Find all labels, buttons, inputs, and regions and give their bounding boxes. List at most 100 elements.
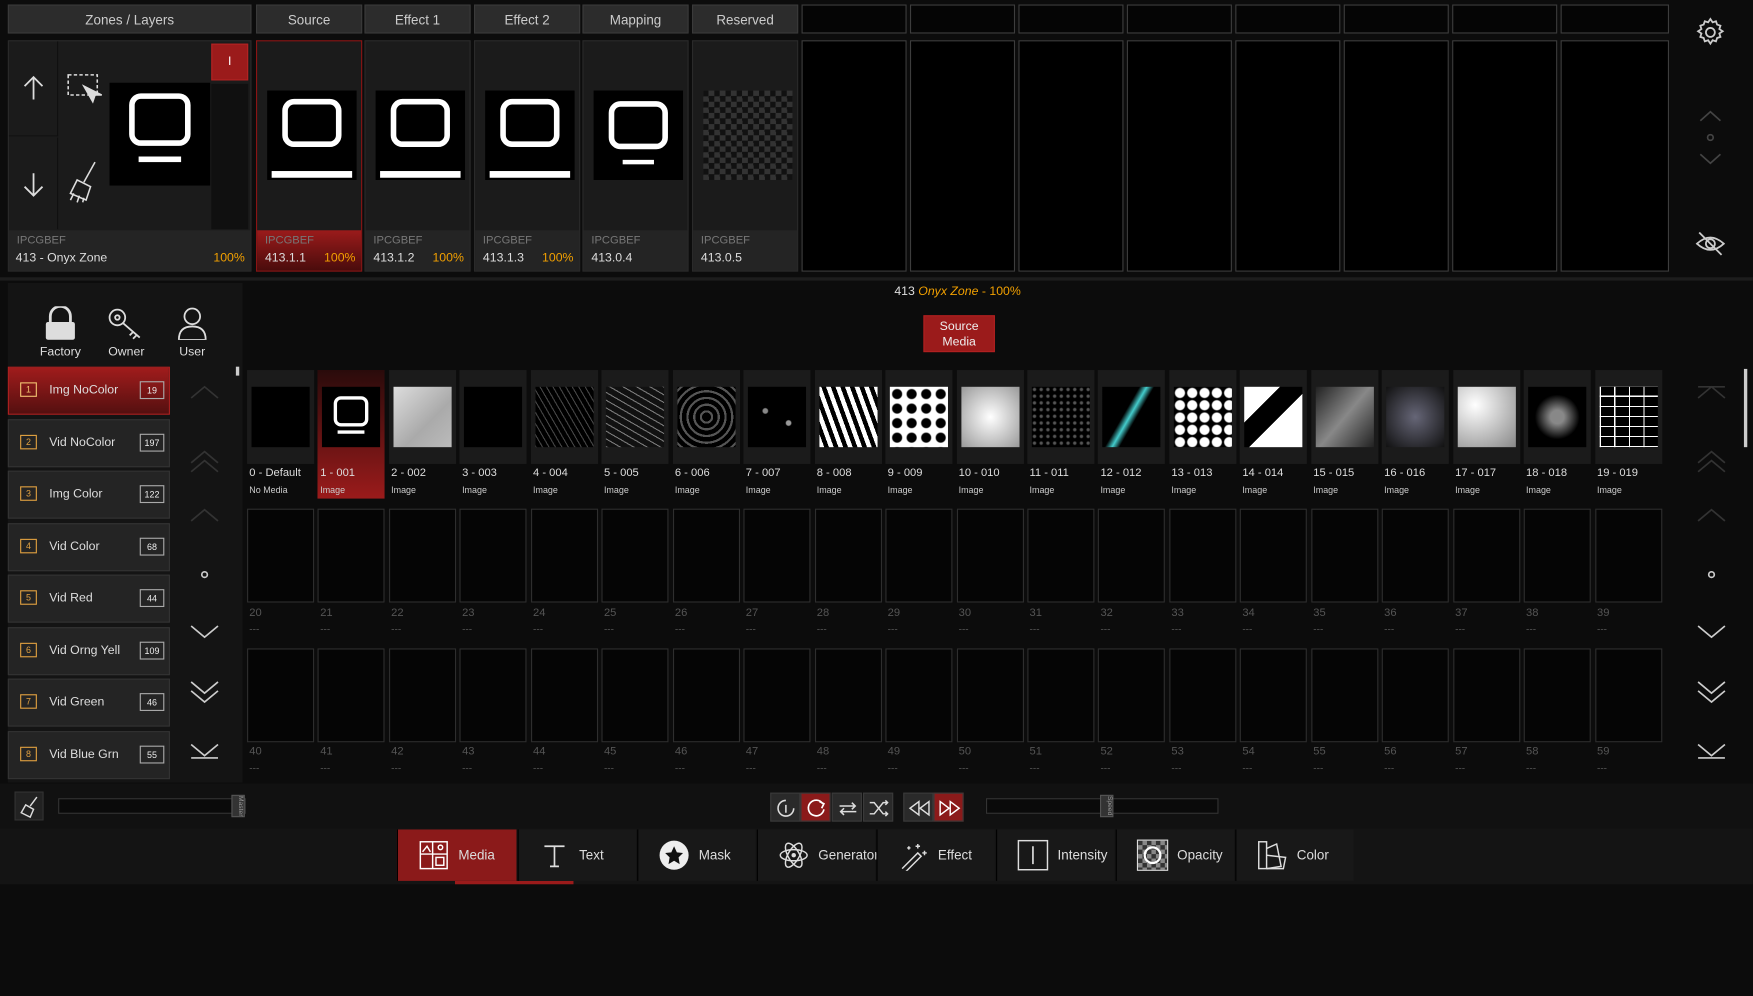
tab-effect[interactable]: Effect xyxy=(876,829,995,881)
layer-source[interactable]: IPCGBEF 413.1.1 100% xyxy=(255,40,363,272)
select-region-icon[interactable] xyxy=(59,41,108,136)
header-source[interactable]: Source xyxy=(255,4,363,34)
empty-media-slot[interactable] xyxy=(1381,648,1450,743)
media-cell[interactable] xyxy=(1169,370,1237,464)
library-owner[interactable]: Owner xyxy=(104,306,149,362)
play-once-button[interactable] xyxy=(770,792,801,822)
zone-level-bar[interactable] xyxy=(211,83,249,230)
media-cell[interactable] xyxy=(388,370,456,464)
empty-media-slot[interactable] xyxy=(388,648,456,743)
empty-media-slot[interactable] xyxy=(247,508,315,603)
folder-item[interactable]: 6 Vid Orng Yell 109 xyxy=(7,627,170,676)
empty-media-slot[interactable] xyxy=(1027,508,1095,603)
header-reserved[interactable]: Reserved xyxy=(691,4,799,34)
layer-effect-1[interactable]: IPCGBEF 413.1.2 100% xyxy=(364,40,471,272)
header-mapping[interactable]: Mapping xyxy=(582,4,689,34)
empty-media-slot[interactable] xyxy=(1169,648,1237,743)
layer-effect-2[interactable]: IPCGBEF 413.1.3 100% xyxy=(473,40,581,272)
media-cell[interactable] xyxy=(814,370,882,464)
forward-button[interactable] xyxy=(933,792,964,822)
zone-panel[interactable]: I IPCGBEF 413 - Onyx Zone 100% xyxy=(7,40,252,272)
speed-slider[interactable]: Speed xyxy=(985,794,1219,818)
empty-media-slot[interactable] xyxy=(1098,648,1166,743)
folder-item[interactable]: 2 Vid NoColor 197 xyxy=(7,419,170,468)
empty-media-slot[interactable] xyxy=(743,508,811,603)
empty-media-slot[interactable] xyxy=(1240,508,1308,603)
folder-item[interactable]: 8 Vid Blue Grn 55 xyxy=(7,731,170,780)
media-cell[interactable] xyxy=(1027,370,1095,464)
empty-media-slot[interactable] xyxy=(1027,648,1095,743)
empty-media-slot[interactable] xyxy=(601,508,669,603)
empty-media-slot[interactable] xyxy=(885,508,953,603)
empty-media-slot[interactable] xyxy=(388,508,456,603)
media-scroll-arrows[interactable] xyxy=(1695,380,1729,766)
zone-scroll-arrows[interactable] xyxy=(1697,107,1724,167)
media-cell[interactable] xyxy=(956,370,1024,464)
media-cell[interactable] xyxy=(885,370,953,464)
media-cell[interactable] xyxy=(743,370,811,464)
folder-item[interactable]: 7 Vid Green 46 xyxy=(7,678,170,727)
library-user[interactable]: User xyxy=(170,306,215,362)
empty-media-slot[interactable] xyxy=(530,508,598,603)
move-up-button[interactable] xyxy=(8,41,59,137)
bounce-button[interactable] xyxy=(831,792,862,822)
source-media-button[interactable]: Source Media xyxy=(923,315,995,353)
broom-icon[interactable] xyxy=(59,138,108,230)
media-cell[interactable] xyxy=(1381,370,1450,464)
folder-item[interactable]: 3 Img Color 122 xyxy=(7,470,170,519)
layer-reserved[interactable]: IPCGBEF 413.0.5 xyxy=(691,40,799,272)
tab-opacity[interactable]: Opacity xyxy=(1115,829,1235,881)
empty-media-slot[interactable] xyxy=(1311,508,1379,603)
tab-intensity[interactable]: Intensity xyxy=(996,829,1115,881)
empty-media-slot[interactable] xyxy=(1594,648,1662,743)
empty-media-slot[interactable] xyxy=(814,508,882,603)
empty-media-slot[interactable] xyxy=(1452,508,1520,603)
empty-media-slot[interactable] xyxy=(885,648,953,743)
empty-media-slot[interactable] xyxy=(247,648,315,743)
media-cell[interactable] xyxy=(530,370,598,464)
media-cell[interactable] xyxy=(1594,370,1662,464)
media-cell[interactable] xyxy=(247,370,315,464)
media-cell[interactable] xyxy=(459,370,527,464)
media-cell[interactable] xyxy=(1523,370,1591,464)
empty-media-slot[interactable] xyxy=(317,508,386,603)
empty-media-slot[interactable] xyxy=(601,648,669,743)
tab-media[interactable]: Media xyxy=(396,829,517,881)
loop-button[interactable] xyxy=(800,792,831,822)
empty-media-slot[interactable] xyxy=(1452,648,1520,743)
empty-media-slot[interactable] xyxy=(1169,508,1237,603)
media-cell[interactable] xyxy=(1452,370,1520,464)
tab-color[interactable]: Color xyxy=(1235,829,1354,881)
empty-media-slot[interactable] xyxy=(459,648,527,743)
empty-media-slot[interactable] xyxy=(459,508,527,603)
speed-slider-handle[interactable]: Speed xyxy=(1100,794,1114,818)
empty-media-slot[interactable] xyxy=(672,508,740,603)
move-down-button[interactable] xyxy=(9,137,59,230)
tab-generator[interactable]: Generator xyxy=(756,829,879,881)
tab-mask[interactable]: Mask xyxy=(637,829,756,881)
empty-media-slot[interactable] xyxy=(530,648,598,743)
empty-media-slot[interactable] xyxy=(672,648,740,743)
clear-broom-button[interactable] xyxy=(14,791,44,821)
master-slider-handle[interactable]: Master xyxy=(231,794,245,818)
empty-media-slot[interactable] xyxy=(743,648,811,743)
master-slider[interactable]: Master xyxy=(58,794,246,818)
empty-media-slot[interactable] xyxy=(1381,508,1450,603)
media-cell[interactable] xyxy=(1311,370,1379,464)
folder-item[interactable]: 1 Img NoColor 19 xyxy=(7,366,170,415)
empty-media-slot[interactable] xyxy=(956,648,1024,743)
random-button[interactable] xyxy=(863,792,894,822)
empty-media-slot[interactable] xyxy=(1523,508,1591,603)
empty-media-slot[interactable] xyxy=(1311,648,1379,743)
empty-media-slot[interactable] xyxy=(1240,648,1308,743)
rewind-button[interactable] xyxy=(903,792,934,822)
header-effect-1[interactable]: Effect 1 xyxy=(364,4,471,34)
layer-mapping[interactable]: IPCGBEF 413.0.4 xyxy=(582,40,689,272)
tab-text[interactable]: Text xyxy=(517,829,637,881)
folder-scroll-arrows[interactable] xyxy=(188,380,222,766)
empty-media-slot[interactable] xyxy=(1098,508,1166,603)
eye-hide-icon[interactable] xyxy=(1695,230,1726,257)
media-scrollbar[interactable] xyxy=(1743,368,1748,448)
empty-media-slot[interactable] xyxy=(814,648,882,743)
empty-media-slot[interactable] xyxy=(1523,648,1591,743)
